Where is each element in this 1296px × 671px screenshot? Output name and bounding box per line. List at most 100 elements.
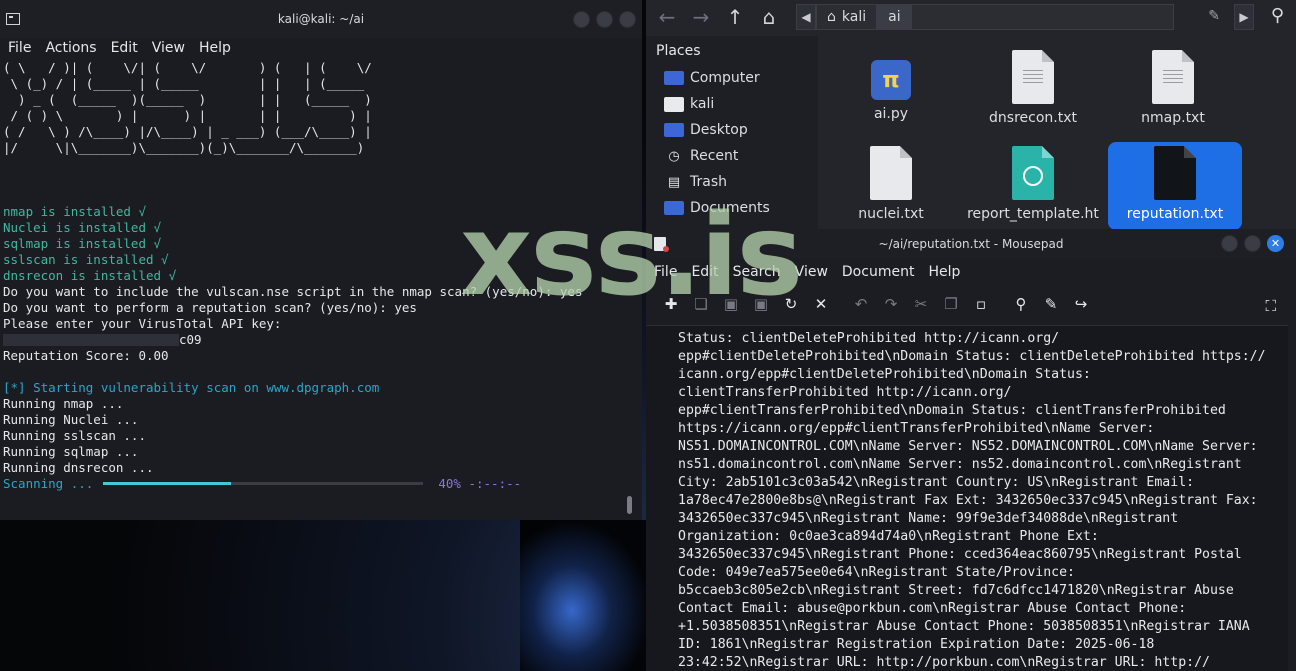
- menu-actions[interactable]: Actions: [45, 40, 96, 56]
- banner-line: ) _ ( (_____ )(_____ ) | | (_____ ): [3, 92, 372, 107]
- mousepad-title: ~/ai/reputation.txt - Mousepad: [878, 237, 1064, 251]
- chevron-right-icon[interactable]: ▶: [1234, 4, 1254, 30]
- place-desktop[interactable]: Desktop: [646, 117, 818, 143]
- editor-line: City: 2ab5101c3c03a542\nRegistrant Count…: [678, 475, 1195, 490]
- wallpaper-art: [520, 520, 650, 671]
- editor-scrollbar[interactable]: [1288, 325, 1296, 671]
- file-item[interactable]: nuclei.txt: [824, 142, 958, 230]
- menu-view[interactable]: View: [795, 264, 828, 280]
- prompt-reputation: Do you want to perform a reputation scan…: [3, 300, 417, 315]
- minimize-button[interactable]: [573, 11, 590, 28]
- menu-help[interactable]: Help: [928, 264, 960, 280]
- file-name: nuclei.txt: [858, 206, 924, 222]
- fullscreen-icon[interactable]: ⛶: [1265, 297, 1276, 315]
- menu-help[interactable]: Help: [199, 40, 231, 56]
- paste-icon[interactable]: ▫: [966, 295, 996, 313]
- progress-text: 40% -:--:--: [438, 476, 522, 491]
- search-icon[interactable]: ⚲: [1006, 295, 1036, 313]
- places-title: Places: [656, 43, 701, 59]
- place-computer[interactable]: Computer: [646, 65, 818, 91]
- minimize-button[interactable]: [1221, 235, 1238, 252]
- installed-line: sqlmap is installed √: [3, 236, 162, 251]
- progress-fill: [103, 482, 232, 485]
- chevron-left-icon[interactable]: ◀: [796, 4, 816, 30]
- place-trash[interactable]: ▤ Trash: [646, 169, 818, 195]
- forward-arrow-icon[interactable]: →: [688, 5, 714, 29]
- home-icon: ⌂: [827, 9, 836, 25]
- close-document-icon[interactable]: ✕: [806, 295, 836, 313]
- editor-line: Organization: 0c0ae3ca894d74a0\nRegistra…: [678, 529, 1099, 544]
- prompt-vulscan: Do you want to include the vulscan.nse s…: [3, 284, 583, 299]
- running-line: Running nmap ...: [3, 396, 124, 411]
- reload-icon[interactable]: ↻: [776, 295, 806, 313]
- text-file-icon: [1152, 50, 1194, 104]
- file-name: dnsrecon.txt: [989, 110, 1077, 126]
- place-label: Trash: [690, 174, 727, 190]
- terminal-window[interactable]: kali@kali: ~/ai File Actions Edit View H…: [0, 0, 642, 520]
- editor-line: 1a78ec47e2800e8bs@\nRegistrant Fax Ext: …: [678, 493, 1258, 508]
- file-manager-window[interactable]: ← → ↑ ⌂ ◀ ⌂ kali ai ✎ ▶ ⚲ Places Computer…: [646, 0, 1296, 230]
- file-manager-toolbar: ← → ↑ ⌂ ◀ ⌂ kali ai ✎ ▶ ⚲: [646, 0, 1296, 34]
- close-button[interactable]: ✕: [1267, 235, 1284, 252]
- search-icon[interactable]: ⚲: [1271, 5, 1284, 26]
- file-item-selected[interactable]: reputation.txt: [1108, 142, 1242, 230]
- redacted-key: [3, 334, 179, 346]
- mousepad-titlebar[interactable]: ~/ai/reputation.txt - Mousepad ✕: [646, 229, 1296, 259]
- maximize-button[interactable]: [1244, 235, 1261, 252]
- menu-view[interactable]: View: [152, 40, 185, 56]
- editor-line: clientTransferProhibited http://icann.or…: [678, 385, 1012, 400]
- banner-line: |/ \|\_______)\_______)(_)\_______/\____…: [3, 140, 365, 155]
- up-arrow-icon[interactable]: ↑: [722, 5, 748, 29]
- breadcrumb-home[interactable]: ⌂ kali: [816, 4, 878, 30]
- save-as-icon[interactable]: ▣: [746, 295, 776, 313]
- editor-line: https://icann.org/epp#clientTransferProh…: [678, 421, 1155, 436]
- copy-icon[interactable]: ❐: [936, 295, 966, 313]
- save-icon[interactable]: ▣: [716, 295, 746, 313]
- menu-edit[interactable]: Edit: [111, 40, 138, 56]
- find-replace-icon[interactable]: ✎: [1036, 295, 1066, 313]
- computer-icon: [664, 69, 684, 87]
- file-item[interactable]: nmap.txt: [1106, 46, 1240, 134]
- home-icon[interactable]: ⌂: [756, 5, 782, 29]
- scan-start: [*] Starting vulnerability scan on www.d…: [3, 380, 380, 395]
- editor-line: NS51.DOMAINCONTROL.COM\nName Server: NS5…: [678, 439, 1258, 454]
- terminal-scrollbar[interactable]: [627, 496, 632, 514]
- close-button[interactable]: [619, 11, 636, 28]
- editor-line: b5ccaeb3c805e2cb\nRegistrant Street: fd7…: [678, 583, 1234, 598]
- editor-line: epp#clientTransferProhibited\nDomain Sta…: [678, 403, 1226, 418]
- place-documents[interactable]: Documents: [646, 195, 818, 221]
- menu-search[interactable]: Search: [733, 264, 781, 280]
- new-document-icon[interactable]: ✚: [656, 295, 686, 313]
- banner-line: ( \ / )| ( \/| ( \/ ) ( | ( \/: [3, 60, 372, 75]
- cut-icon[interactable]: ✂: [906, 295, 936, 313]
- undo-icon[interactable]: ↶: [846, 295, 876, 313]
- terminal-output[interactable]: ( \ / )| ( \/| ( \/ ) ( | ( \/ \ (_) / |…: [0, 58, 642, 494]
- file-item[interactable]: dnsrecon.txt: [966, 46, 1100, 134]
- menu-file[interactable]: File: [654, 264, 677, 280]
- goto-line-icon[interactable]: ↪: [1066, 295, 1096, 313]
- redo-icon[interactable]: ↷: [876, 295, 906, 313]
- editor-line: 3432650ec337c945\nRegistrant Name: 99f9e…: [678, 511, 1179, 526]
- scanning-label: Scanning ...: [3, 476, 94, 491]
- prompt-api-key: Please enter your VirusTotal API key:: [3, 316, 282, 331]
- back-arrow-icon[interactable]: ←: [654, 5, 680, 29]
- text-file-icon: [1012, 50, 1054, 104]
- terminal-titlebar[interactable]: kali@kali: ~/ai: [0, 0, 642, 38]
- place-recent[interactable]: ◷ Recent: [646, 143, 818, 169]
- pencil-icon[interactable]: ✎: [1208, 8, 1220, 24]
- file-name: ai.py: [873, 106, 909, 122]
- breadcrumb-current[interactable]: ai: [877, 4, 912, 30]
- place-kali[interactable]: kali: [646, 91, 818, 117]
- mousepad-toolbar: ✚ ❏ ▣ ▣ ↻ ✕ ↶ ↷ ✂ ❐ ▫ ⚲ ✎ ↪: [646, 285, 1296, 323]
- menu-document[interactable]: Document: [842, 264, 915, 280]
- mousepad-window[interactable]: ~/ai/reputation.txt - Mousepad ✕ File Ed…: [646, 229, 1296, 671]
- html-file-icon: [1012, 146, 1054, 200]
- new-window-icon[interactable]: ❏: [686, 295, 716, 313]
- home-folder-icon: [664, 95, 684, 113]
- maximize-button[interactable]: [596, 11, 613, 28]
- file-item[interactable]: report_template.ht: [966, 142, 1100, 230]
- menu-file[interactable]: File: [8, 40, 31, 56]
- text-editor[interactable]: Status: clientDeleteProhibited http://ic…: [646, 325, 1288, 671]
- file-item[interactable]: π ai.py: [824, 48, 958, 136]
- menu-edit[interactable]: Edit: [691, 264, 718, 280]
